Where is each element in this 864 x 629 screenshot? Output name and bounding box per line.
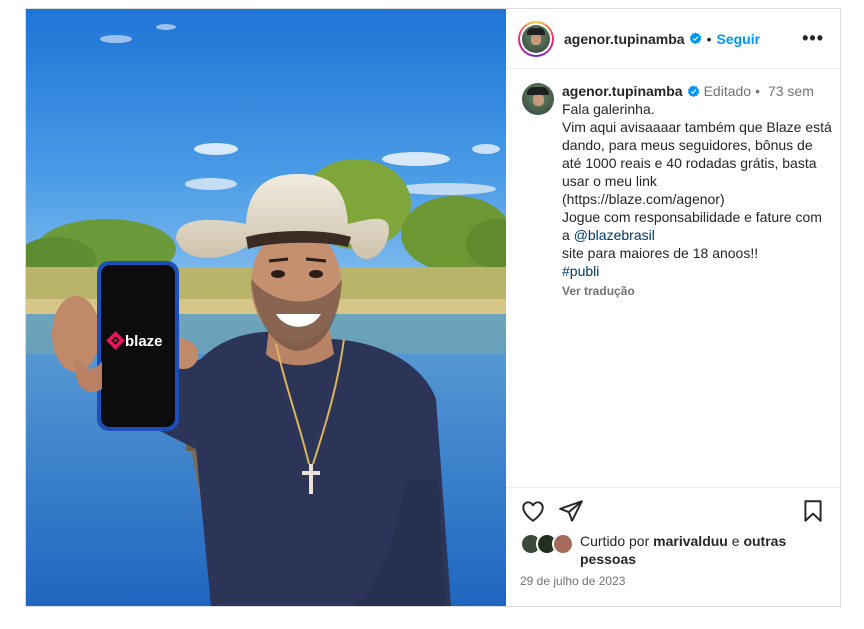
caption-avatar[interactable] [522, 83, 554, 115]
hashtag-link[interactable]: #publi [562, 263, 599, 279]
heart-icon[interactable] [520, 498, 546, 524]
caption-line: site para maiores de 18 anoos!! [562, 245, 759, 261]
avatar [522, 24, 550, 53]
likes-prefix: Curtido por [580, 533, 654, 549]
caption-username[interactable]: agenor.tupinamba [562, 82, 683, 100]
caption-line: até 1000 reais e 40 rodadas grátis, bast… [562, 155, 817, 171]
caption-comment: agenor.tupinamba Editado • 73 sem Fala g… [522, 82, 832, 300]
verified-badge-icon [687, 84, 699, 97]
caption-area: agenor.tupinamba Editado • 73 sem Fala g… [506, 69, 840, 487]
caption-line: dando, para meus seguidores, bônus de [562, 137, 813, 153]
liker-username[interactable]: marivalduu [653, 533, 728, 549]
share-icon[interactable] [558, 498, 584, 524]
caption-mention-prefix: a [562, 227, 574, 243]
caption-line: usar o meu link [562, 173, 657, 189]
bookmark-icon[interactable] [800, 498, 826, 524]
edited-label: Editado [703, 83, 752, 99]
caption-line: Vim aqui avisaaaar também que Blaze está [562, 119, 832, 135]
caption-line: Fala galerinha. [562, 101, 655, 117]
header-username[interactable]: agenor.tupinamba [564, 31, 685, 47]
post-footer: Curtido por marivalduu e outras pessoas … [506, 487, 840, 606]
post-date[interactable]: 29 de julho de 2023 [520, 574, 826, 588]
caption-separator: • [755, 83, 760, 99]
liker-avatar [552, 533, 574, 555]
post-photo: blaze [26, 9, 506, 606]
caption-line: Jogue com responsabilidade e fature com [562, 209, 822, 225]
caption-line: (https://blaze.com/agenor) [562, 191, 725, 207]
likes-middle: e [727, 533, 744, 549]
post-sidebar: agenor.tupinamba • Seguir ••• agenor.tup… [506, 9, 840, 606]
see-translation-button[interactable]: Ver tradução [562, 282, 832, 300]
avatar-story-ring[interactable] [518, 20, 554, 57]
likes-summary: Curtido por marivalduu e outras pessoas [520, 532, 826, 568]
verified-badge-icon [689, 32, 701, 45]
post-header: agenor.tupinamba • Seguir ••• [506, 9, 840, 69]
caption-time[interactable]: 73 sem [768, 82, 814, 100]
liker-avatars[interactable] [520, 533, 574, 555]
post-image[interactable]: blaze [26, 9, 506, 606]
action-bar [520, 498, 826, 524]
follow-button[interactable]: Seguir [716, 31, 760, 47]
mention-link[interactable]: @blazebrasil [574, 227, 655, 243]
post-dialog: blaze agenor.tupinamba • Seguir ••• agen… [25, 8, 841, 607]
header-separator: • [706, 30, 712, 47]
more-options-icon[interactable]: ••• [798, 28, 828, 49]
phone-brand-text: blaze [125, 333, 163, 350]
